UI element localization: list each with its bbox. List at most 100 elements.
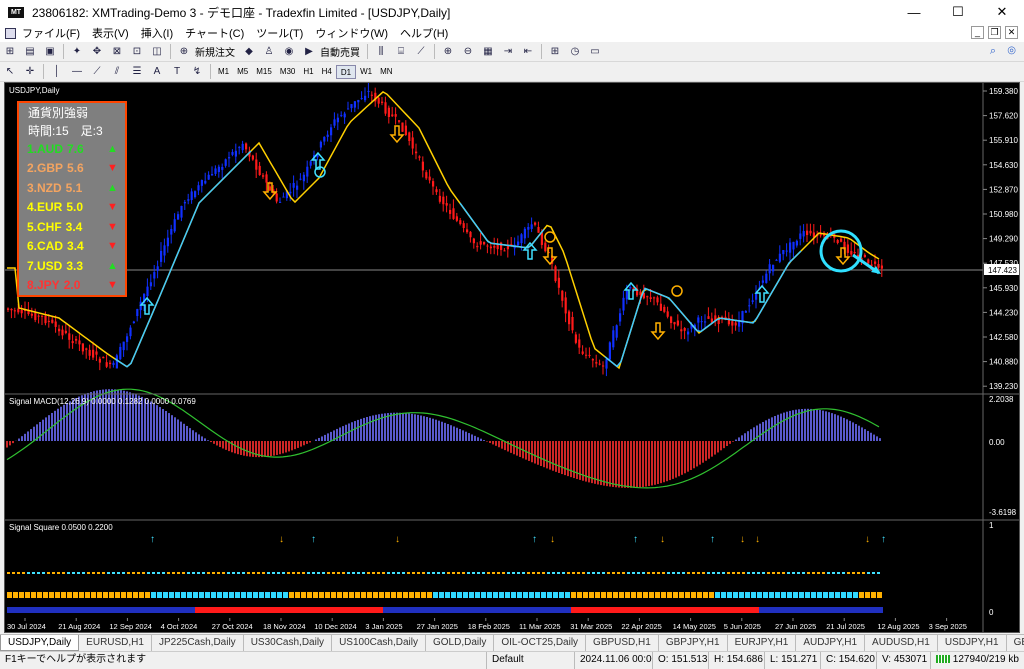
price-chart[interactable]: ↑ ↓ ↑ ↓ ↑ ↓ ↑ ↓ ↑ ↓ ↓ ↓ ↑ USDJPY,Daily Signal MACD(1… — [5, 83, 1020, 633]
menu-file[interactable]: ファイル(F) — [16, 25, 86, 41]
chart-tab[interactable]: GBPJPY,H1 — [659, 635, 728, 651]
autoscroll-icon[interactable]: ⇥ — [501, 45, 515, 59]
label-tool-icon[interactable]: T — [170, 65, 184, 79]
arrows-tool-icon[interactable]: ↯ — [190, 65, 204, 79]
history-icon[interactable]: ◫ — [150, 45, 164, 59]
horizontal-line-icon[interactable]: — — [70, 65, 84, 79]
metaeditor-icon[interactable]: ◆ — [242, 45, 256, 59]
square-band — [159, 607, 163, 613]
chart-tab[interactable]: GBPUSD,H1 — [586, 635, 659, 651]
zoom-in-icon[interactable]: ⊕ — [441, 45, 455, 59]
timeframe-h4[interactable]: H4 — [318, 65, 336, 79]
strength-value: 5.6 — [67, 161, 84, 176]
candle-body — [466, 229, 469, 233]
square-band — [163, 607, 167, 613]
square-dot — [602, 572, 605, 574]
market-watch-icon[interactable]: ▣ — [43, 45, 57, 59]
close-button[interactable]: ✕ — [980, 0, 1024, 24]
signals-icon[interactable]: ◉ — [282, 45, 296, 59]
search-icon[interactable]: ⌕ — [990, 45, 996, 58]
chart-tab[interactable]: USDJPY,Daily — [0, 635, 80, 651]
chart-window[interactable]: ↑ ↓ ↑ ↓ ↑ ↓ ↑ ↓ ↑ ↓ ↓ ↓ ↑ USDJPY,Daily Signal MACD(1… — [4, 82, 1020, 633]
menu-tools[interactable]: ツール(T) — [250, 25, 309, 41]
tile-windows-icon[interactable]: ▦ — [481, 45, 495, 59]
new-order-button[interactable]: 新規注文 — [195, 44, 235, 59]
auto-trading-button[interactable]: 自動売買 — [320, 44, 360, 59]
menu-insert[interactable]: 挿入(I) — [135, 25, 179, 41]
cursor-icon[interactable]: ↖ — [3, 65, 17, 79]
vertical-line-icon[interactable]: │ — [50, 65, 64, 79]
square-dot — [662, 572, 665, 574]
square-dot — [717, 572, 720, 574]
timeframe-m5[interactable]: M5 — [233, 65, 252, 79]
profiles-icon[interactable]: ▤ — [23, 45, 37, 59]
templates-icon[interactable]: ▭ — [588, 45, 602, 59]
price-tick: 157.620 — [989, 112, 1018, 121]
data-window-icon[interactable]: ✦ — [70, 45, 84, 59]
square-dot — [547, 572, 550, 574]
square-bar — [325, 592, 330, 598]
square-band — [175, 607, 179, 613]
chart-tab[interactable]: AUDJPY,H1 — [796, 635, 866, 651]
timeframe-h1[interactable]: H1 — [299, 65, 317, 79]
bar-chart-icon[interactable]: ⫼ — [374, 45, 388, 59]
timeframe-w1[interactable]: W1 — [356, 65, 376, 79]
trendline-icon[interactable]: ⟋ — [90, 65, 104, 79]
terminal-icon[interactable]: ⊠ — [110, 45, 124, 59]
status-help: F1キーでヘルプが表示されます — [5, 653, 147, 665]
timeframe-mn[interactable]: MN — [376, 65, 396, 79]
square-dot — [272, 572, 275, 574]
square-band — [415, 607, 419, 613]
square-bar — [853, 592, 858, 598]
square-dot — [802, 572, 805, 574]
help-icon[interactable]: ◎ — [1007, 45, 1016, 56]
square-bar — [13, 592, 18, 598]
minimize-button[interactable]: — — [892, 0, 936, 24]
status-profile[interactable]: Default — [486, 651, 574, 669]
square-band — [295, 607, 299, 613]
child-restore-button[interactable]: ❐ — [988, 26, 1001, 39]
menu-view[interactable]: 表示(V) — [86, 25, 135, 41]
chart-shift-icon[interactable]: ⇤ — [521, 45, 535, 59]
square-band — [459, 607, 463, 613]
chart-tab[interactable]: JP225Cash,Daily — [152, 635, 244, 651]
strength-arrow-icon: ▼ — [107, 240, 118, 253]
chart-tab[interactable]: US100Cash,Daily — [332, 635, 426, 651]
timeframe-m1[interactable]: M1 — [214, 65, 233, 79]
new-chart-icon[interactable]: ⊞ — [3, 45, 17, 59]
menu-window[interactable]: ウィンドウ(W) — [309, 25, 394, 41]
tester-icon[interactable]: ⊡ — [130, 45, 144, 59]
menu-chart[interactable]: チャート(C) — [179, 25, 250, 41]
menu-help[interactable]: ヘルプ(H) — [394, 25, 454, 41]
timeframe-m30[interactable]: M30 — [276, 65, 300, 79]
chart-tab[interactable]: US30Cash,Daily — [244, 635, 333, 651]
periods-icon[interactable]: ◷ — [568, 45, 582, 59]
navigator-icon[interactable]: ✥ — [90, 45, 104, 59]
chart-tab[interactable]: EURUSD,H1 — [79, 635, 152, 651]
candle-body — [537, 226, 540, 233]
auto-trading-icon[interactable]: ▶ — [302, 45, 316, 59]
child-minimize-button[interactable]: _ — [971, 26, 984, 39]
indicators-icon[interactable]: ⊞ — [548, 45, 562, 59]
chart-tab[interactable]: GBPJPY, — [1007, 635, 1024, 651]
line-chart-icon[interactable]: ⟋ — [414, 45, 428, 59]
new-order-icon[interactable]: ⊕ — [177, 45, 191, 59]
crosshair-icon[interactable]: ✛ — [23, 65, 37, 79]
lock-icon[interactable]: ♙ — [262, 45, 276, 59]
maximize-button[interactable]: ☐ — [936, 0, 980, 24]
chart-tab[interactable]: USDJPY,H1 — [938, 635, 1007, 651]
channel-icon[interactable]: ⫽ — [110, 65, 124, 79]
chart-tab[interactable]: GOLD,Daily — [426, 635, 495, 651]
candle-body — [455, 216, 458, 221]
child-close-button[interactable]: ✕ — [1005, 26, 1018, 39]
chart-tab[interactable]: AUDUSD,H1 — [865, 635, 938, 651]
chart-window-icon[interactable] — [5, 27, 16, 39]
timeframe-d1[interactable]: D1 — [335, 64, 357, 79]
text-tool-icon[interactable]: A — [150, 65, 164, 79]
zoom-out-icon[interactable]: ⊖ — [461, 45, 475, 59]
chart-tab[interactable]: OIL-OCT25,Daily — [494, 635, 587, 651]
candlestick-icon[interactable]: ⌸ — [394, 45, 408, 59]
fibonacci-icon[interactable]: ☰ — [130, 65, 144, 79]
timeframe-m15[interactable]: M15 — [252, 65, 276, 79]
chart-tab[interactable]: EURJPY,H1 — [728, 635, 797, 651]
